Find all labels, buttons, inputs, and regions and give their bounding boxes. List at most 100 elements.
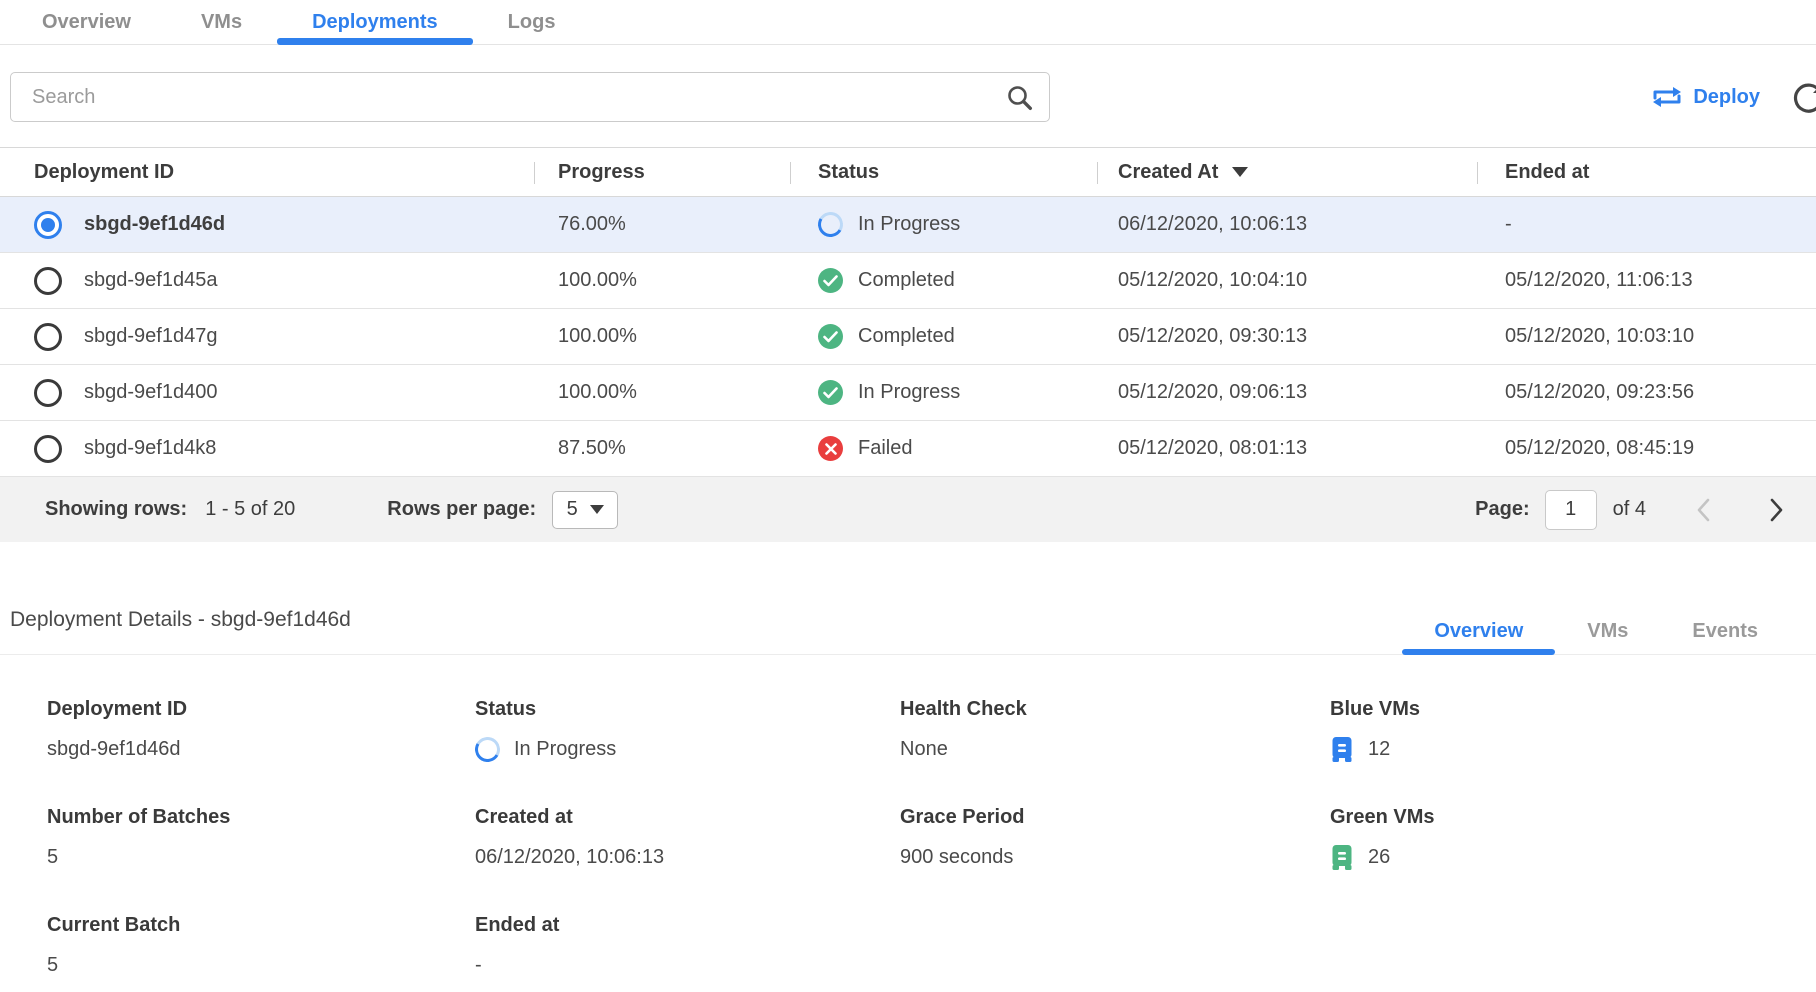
detail-field-value: 5 [47, 846, 58, 869]
details-tab-bar: OverviewVMsEvents [1402, 607, 1790, 655]
row-radio[interactable] [34, 323, 62, 351]
details-tab-vms[interactable]: VMs [1555, 607, 1660, 655]
spinner-icon [472, 734, 503, 765]
detail-field: Current Batch 5 [47, 914, 475, 980]
search-box [10, 72, 1050, 122]
check-circle-icon [818, 324, 843, 349]
detail-field-value: 12 [1368, 738, 1390, 761]
row-radio[interactable] [34, 435, 62, 463]
column-header-deployment-id[interactable]: Deployment ID [0, 148, 534, 196]
ended-at-cell: - [1505, 213, 1512, 236]
column-header-progress[interactable]: Progress [534, 148, 790, 196]
toolbar: Deploy [0, 72, 1816, 122]
row-radio[interactable] [34, 267, 62, 295]
table-row[interactable]: sbgd-9ef1d46d 76.00% In Progress 06/12/2… [0, 197, 1816, 253]
created-at-cell: 05/12/2020, 09:06:13 [1118, 381, 1307, 404]
column-header-status[interactable]: Status [790, 148, 1097, 196]
details-tab-events[interactable]: Events [1660, 607, 1790, 655]
deploy-button[interactable]: Deploy [1652, 85, 1760, 109]
detail-field-label: Created at [475, 806, 900, 829]
table-header: Deployment ID Progress Status Created At… [0, 147, 1816, 197]
table-body: sbgd-9ef1d46d 76.00% In Progress 06/12/2… [0, 197, 1816, 477]
detail-field-value: sbgd-9ef1d46d [47, 738, 180, 761]
ended-at-cell: 05/12/2020, 09:23:56 [1505, 381, 1694, 404]
spinner-icon [815, 209, 846, 240]
deployment-id-cell: sbgd-9ef1d400 [84, 381, 217, 404]
tab-overview[interactable]: Overview [7, 0, 166, 44]
detail-field-value: - [475, 954, 482, 977]
table-row[interactable]: sbgd-9ef1d45a 100.00% Completed 05/12/20… [0, 253, 1816, 309]
detail-field: Deployment ID sbgd-9ef1d46d [47, 698, 475, 764]
deployment-id-cell: sbgd-9ef1d45a [84, 269, 217, 292]
progress-cell: 100.00% [558, 325, 637, 348]
page-number-input[interactable] [1545, 490, 1597, 530]
pagination-bar: Showing rows: 1 - 5 of 20 Rows per page:… [0, 477, 1816, 542]
status-cell: Completed [858, 325, 955, 348]
rows-per-page-label: Rows per page: [387, 498, 536, 521]
tab-logs[interactable]: Logs [473, 0, 591, 44]
ended-at-cell: 05/12/2020, 11:06:13 [1505, 269, 1693, 292]
vm-icon [1330, 736, 1354, 763]
refresh-button[interactable] [1791, 80, 1816, 114]
detail-field: Grace Period 900 seconds [900, 806, 1330, 872]
detail-field: Blue VMs 12 [1330, 698, 1816, 764]
rows-per-page-value: 5 [567, 498, 578, 521]
created-at-cell: 05/12/2020, 08:01:13 [1118, 437, 1307, 460]
status-cell: In Progress [858, 213, 960, 236]
check-circle-icon [818, 380, 843, 405]
detail-field-label: Green VMs [1330, 806, 1816, 829]
detail-field-label: Deployment ID [47, 698, 475, 721]
status-cell: Completed [858, 269, 955, 292]
chevron-left-icon [1696, 498, 1710, 522]
row-radio[interactable] [34, 379, 62, 407]
table-row[interactable]: sbgd-9ef1d400 100.00% In Progress 05/12/… [0, 365, 1816, 421]
sort-desc-icon [1232, 167, 1248, 177]
progress-cell: 87.50% [558, 437, 626, 460]
vm-icon [1330, 844, 1354, 871]
previous-page-button[interactable] [1692, 494, 1714, 526]
check-circle-icon [818, 268, 843, 293]
status-cell: Failed [858, 437, 912, 460]
progress-cell: 100.00% [558, 269, 637, 292]
progress-cell: 76.00% [558, 213, 626, 236]
search-input[interactable] [11, 73, 1006, 121]
detail-field: Health Check None [900, 698, 1330, 764]
detail-field-value: 900 seconds [900, 846, 1013, 869]
rows-per-page-select[interactable]: 5 [552, 491, 618, 529]
detail-field-label: Current Batch [47, 914, 475, 937]
deploy-button-label: Deploy [1693, 86, 1760, 109]
detail-field: Green VMs 26 [1330, 806, 1816, 872]
detail-field: Ended at - [475, 914, 900, 980]
tab-vms[interactable]: VMs [166, 0, 277, 44]
detail-field: Number of Batches 5 [47, 806, 475, 872]
detail-field: Status In Progress [475, 698, 900, 764]
page-label: Page: [1475, 498, 1529, 521]
deployment-id-cell: sbgd-9ef1d46d [84, 213, 225, 236]
details-tab-overview[interactable]: Overview [1402, 607, 1555, 655]
detail-field-label: Grace Period [900, 806, 1330, 829]
tab-deployments[interactable]: Deployments [277, 0, 473, 44]
created-at-cell: 05/12/2020, 09:30:13 [1118, 325, 1307, 348]
column-header-created-at[interactable]: Created At [1097, 148, 1477, 196]
detail-field-value: In Progress [514, 738, 616, 761]
deployments-table: Deployment ID Progress Status Created At… [0, 147, 1816, 477]
chevron-right-icon [1770, 498, 1784, 522]
showing-rows-value: 1 - 5 of 20 [205, 498, 295, 521]
column-header-ended-at[interactable]: Ended at [1477, 148, 1816, 196]
detail-field-label: Blue VMs [1330, 698, 1816, 721]
showing-rows-label: Showing rows: [45, 498, 187, 521]
detail-field-label: Ended at [475, 914, 900, 937]
table-row[interactable]: sbgd-9ef1d4k8 87.50% Failed 05/12/2020, … [0, 421, 1816, 477]
row-radio[interactable] [34, 211, 62, 239]
detail-field-value: None [900, 738, 948, 761]
detail-field-label: Health Check [900, 698, 1330, 721]
detail-field-label: Status [475, 698, 900, 721]
table-row[interactable]: sbgd-9ef1d47g 100.00% Completed 05/12/20… [0, 309, 1816, 365]
detail-field-value: 06/12/2020, 10:06:13 [475, 846, 664, 869]
chevron-down-icon [590, 505, 604, 514]
status-cell: In Progress [858, 381, 960, 404]
deployments-page: { "colors": { "accent_blue": "#2F80ED", … [0, 0, 1816, 992]
next-page-button[interactable] [1766, 494, 1788, 526]
detail-field-value: 5 [47, 954, 58, 977]
swap-arrows-icon [1652, 85, 1682, 109]
